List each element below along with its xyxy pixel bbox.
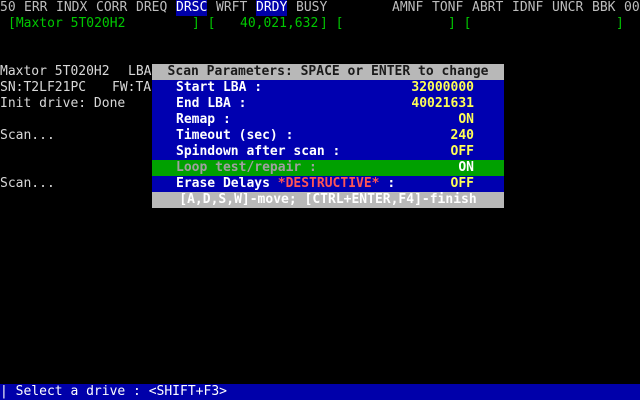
drive-bracket-2: ] [ [320,16,344,31]
param-loop-test-repair[interactable]: Loop test/repair : ON [152,160,504,176]
flag-err: ERR [24,0,48,15]
flag-idnf: IDNF [512,0,544,15]
param-end-lba[interactable]: End LBA : 40021631 [152,96,504,112]
flag-indx: INDX [56,0,88,15]
param-erase-delays[interactable]: Erase Delays *DESTRUCTIVE* : OFF [152,176,504,192]
param-value: OFF [450,144,474,159]
scan-status-2: Scan... [0,176,55,191]
flag-dreq: DREQ [136,0,168,15]
scan-parameters-dialog: Scan Parameters: SPACE or ENTER to chang… [152,64,504,208]
lba-label: LBA [128,64,152,79]
param-label: Remap : [176,112,231,127]
status-bar: | Select a drive : <SHIFT+F3> [0,384,640,400]
param-value: 240 [450,128,474,143]
drive-model-bracket[interactable]: [Maxtor 5T020H2 [8,16,125,32]
param-label: Loop test/repair : [176,160,317,175]
param-start-lba[interactable]: Start LBA : 32000000 [152,80,504,96]
drive-bracket-1: ] [ [192,16,216,31]
param-remap[interactable]: Remap : ON [152,112,504,128]
param-label-colon: : [379,176,396,191]
flag-wrft: WRFT [216,0,248,15]
destructive-warning: *DESTRUCTIVE* [277,176,380,191]
scan-status-1: Scan... [0,128,55,143]
param-value: OFF [450,176,474,191]
param-label: Start LBA : [176,80,263,95]
flag-00: 00 [624,0,640,15]
dialog-title: Scan Parameters: SPACE or ENTER to chang… [152,64,504,80]
param-value: ON [458,112,474,127]
param-timeout[interactable]: Timeout (sec) : 240 [152,128,504,144]
flag-tonf: TONF [432,0,464,15]
flag-bbk: BBK [592,0,616,15]
param-value: 40021631 [411,96,474,111]
flag-busy: BUSY [296,0,328,15]
param-value: ON [458,160,474,175]
drive-capacity: 40,021,632 [240,16,319,31]
drive-bracket-4: ] [616,16,624,31]
param-label: Erase Delays [176,176,278,191]
param-label: End LBA : [176,96,247,111]
serial-number: SN:T2LF21PC [0,80,87,95]
drive-model-text: Maxtor 5T020H2 [0,64,110,79]
init-drive-status: Init drive: Done [0,96,126,111]
dialog-body: Start LBA : 32000000 End LBA : 40021631 … [152,80,504,192]
drive-bracket-3: ] [ [448,16,472,31]
param-label: Spindown after scan : [176,144,341,159]
param-label: Timeout (sec) : [176,128,294,143]
select-drive-hint[interactable]: | Select a drive : <SHIFT+F3> [0,384,227,399]
param-value: 32000000 [411,80,474,95]
flag-50: 50 [0,0,16,15]
param-spindown[interactable]: Spindown after scan : OFF [152,144,504,160]
flag-abrt: ABRT [472,0,504,15]
firmware-label: FW:TA [112,80,152,95]
dialog-key-hints: [A,D,S,W]-move; [CTRL+ENTER,F4]-finish [152,192,504,208]
flag-uncr: UNCR [552,0,584,15]
flag-drdy: DRDY [256,0,288,16]
flag-drsc: DRSC [176,0,208,16]
flag-corr: CORR [96,0,128,15]
flag-amnf: AMNF [392,0,424,15]
